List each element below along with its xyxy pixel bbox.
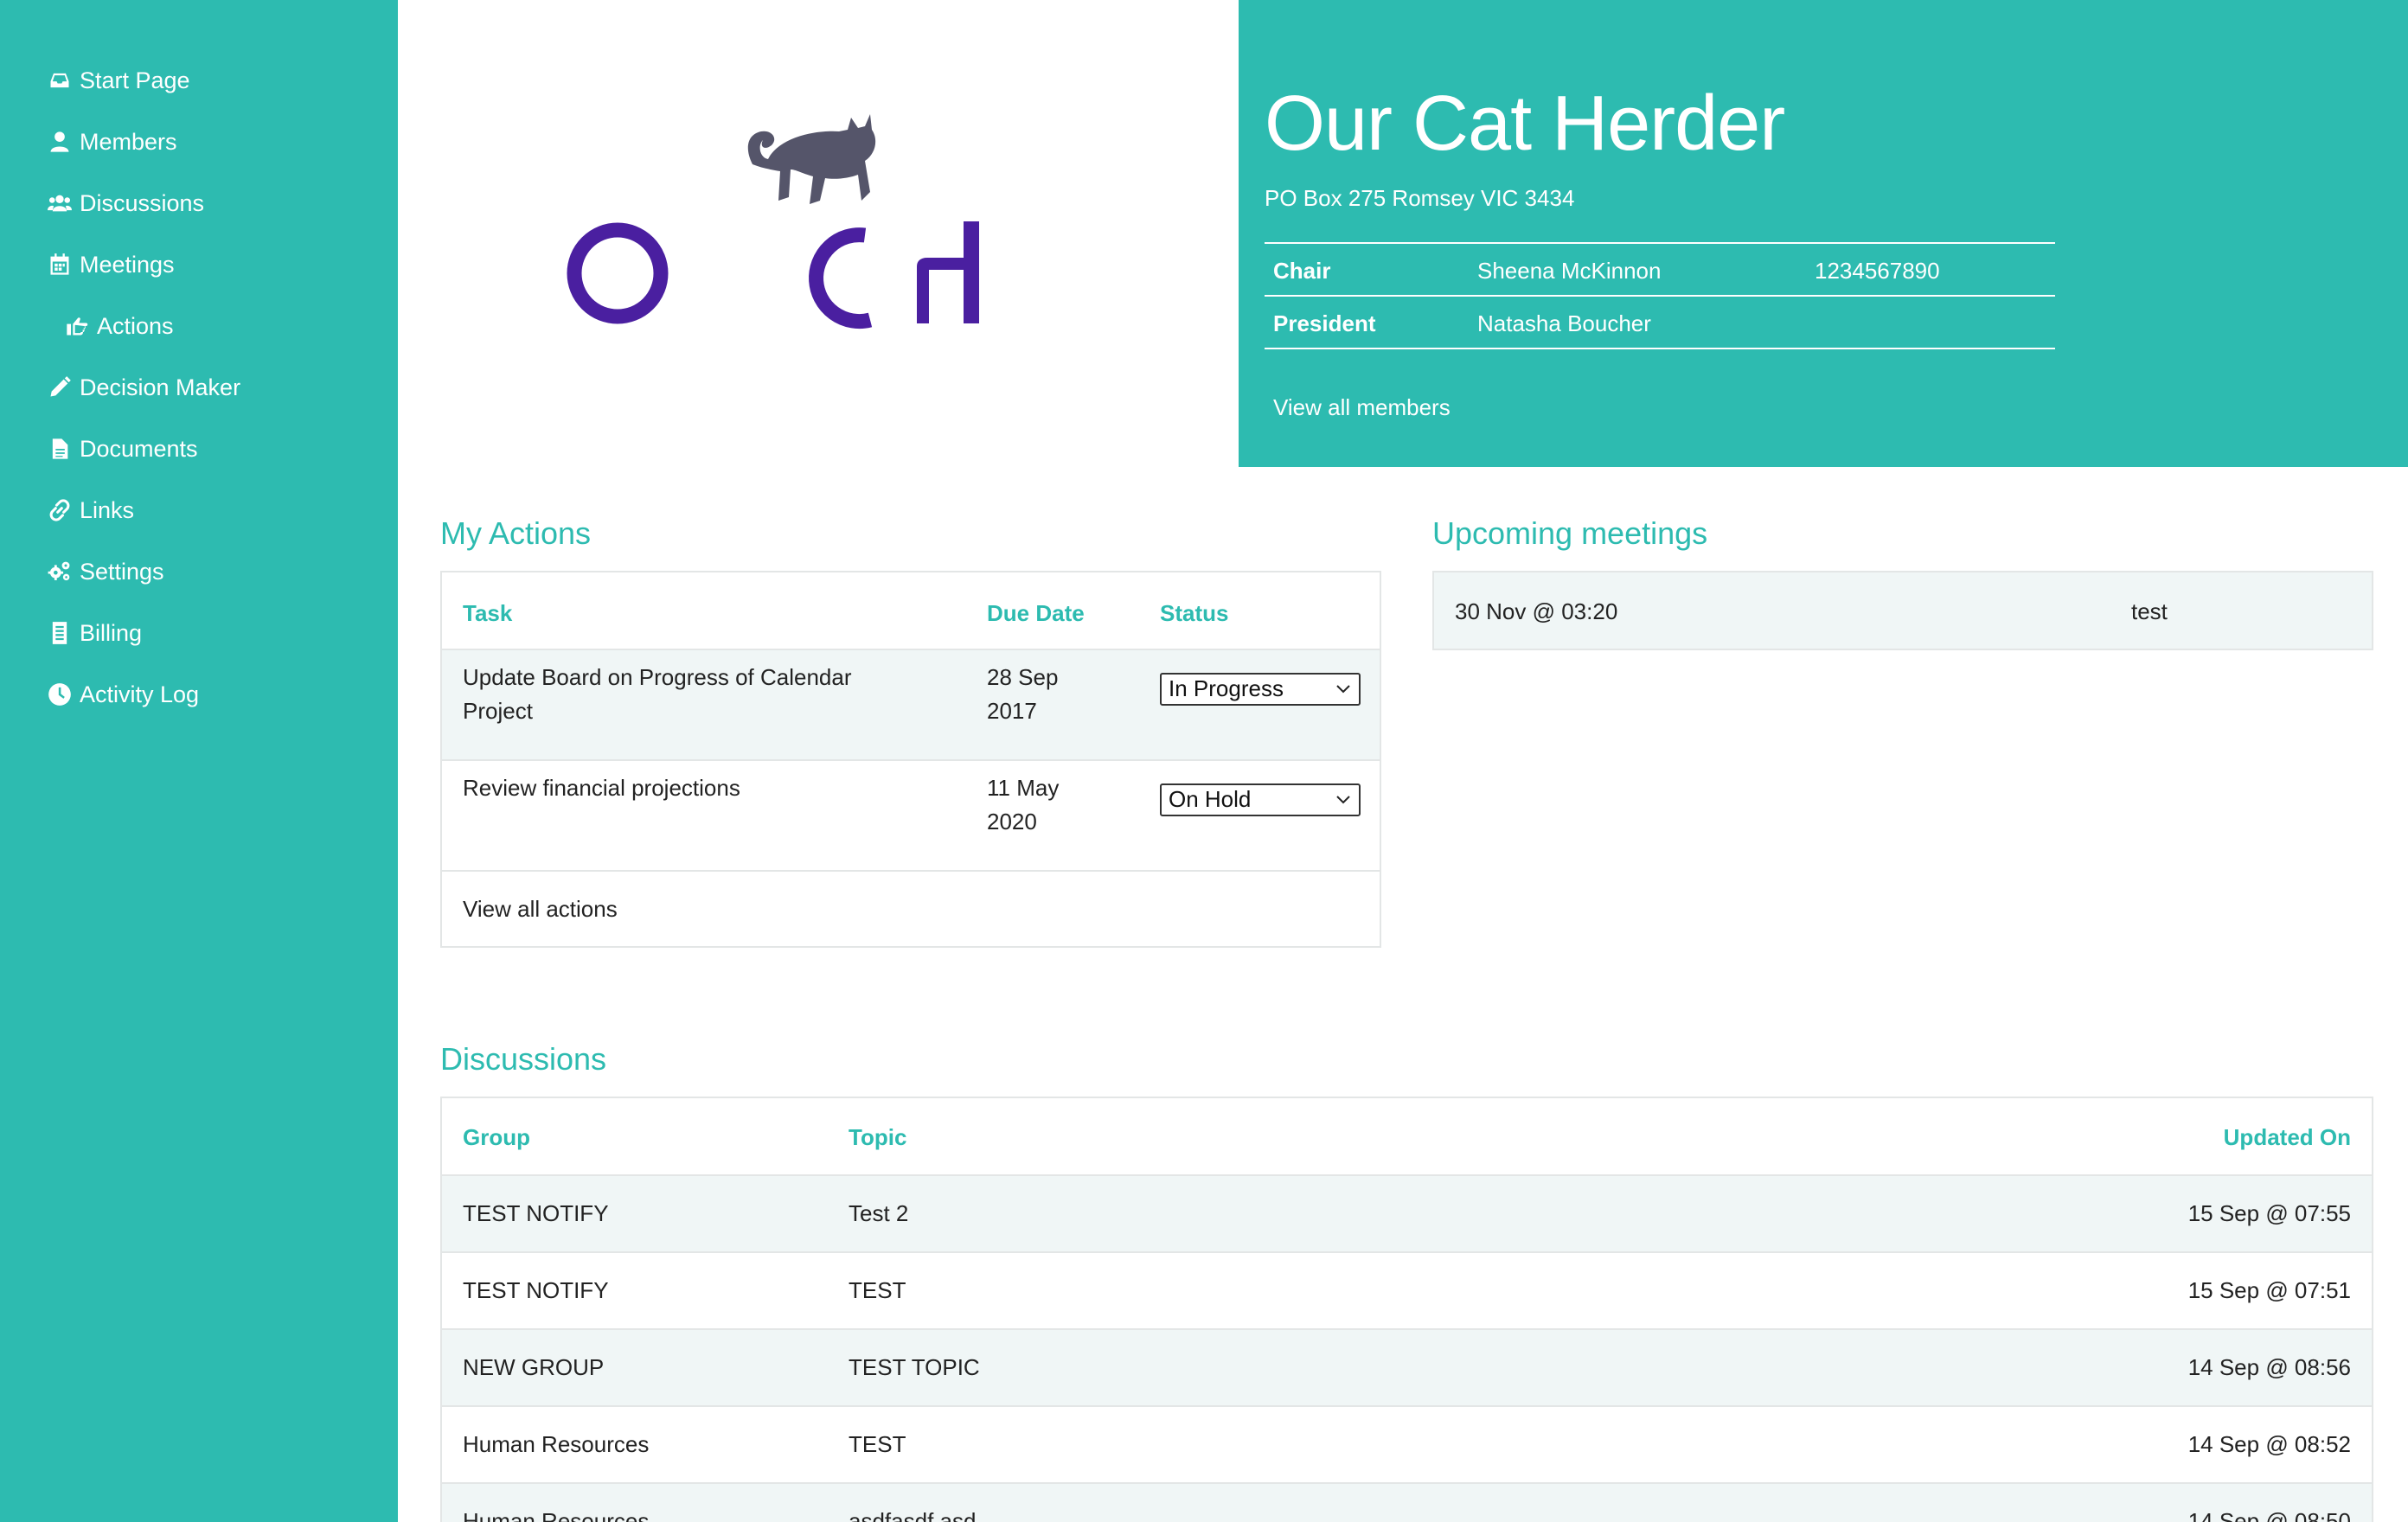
discussion-updated: 14 Sep @ 08:56 — [2187, 1354, 2351, 1380]
sidebar-item-label: Decision Maker — [80, 374, 241, 400]
discussion-group: Human Resources — [463, 1508, 650, 1522]
status-select[interactable]: In Progress — [1160, 673, 1361, 706]
discussion-updated: 14 Sep @ 08:52 — [2187, 1431, 2351, 1457]
hand-point-icon — [62, 311, 92, 341]
sidebar-item-label: Activity Log — [80, 681, 200, 707]
my-actions-heading: My Actions — [440, 515, 592, 551]
divider — [442, 870, 1380, 872]
sidebar-item-documents[interactable]: Documents — [45, 427, 198, 470]
officer-name: Natasha Boucher — [1477, 310, 1651, 336]
discussion-group: NEW GROUP — [463, 1354, 605, 1380]
org-logo-area — [398, 0, 1239, 467]
divider — [442, 1251, 2372, 1253]
discussion-group: Human Resources — [463, 1431, 650, 1457]
action-due-date: 28 Sep 2017 — [987, 664, 1059, 724]
discussion-group: TEST NOTIFY — [463, 1277, 609, 1303]
calendar-icon — [45, 250, 74, 279]
gears-icon — [45, 557, 74, 586]
table-row — [442, 1484, 2372, 1522]
inbox-icon — [45, 66, 74, 95]
pencil-icon — [45, 373, 74, 402]
sidebar-item-billing[interactable]: Billing — [45, 611, 142, 655]
meeting-title[interactable]: test — [2131, 595, 2168, 629]
officer-phone: 1234567890 — [1815, 258, 1940, 284]
officer-name: Sheena McKinnon — [1477, 258, 1662, 284]
receipt-icon — [45, 618, 74, 648]
table-row — [442, 1330, 2372, 1405]
sidebar-item-links[interactable]: Links — [45, 489, 134, 532]
view-all-members-link[interactable]: View all members — [1273, 394, 1451, 421]
discussions-heading: Discussions — [440, 1041, 607, 1077]
discussion-updated: 15 Sep @ 07:55 — [2187, 1200, 2351, 1226]
sidebar-item-label: Documents — [80, 435, 198, 462]
divider — [442, 1405, 2372, 1407]
officer-row: Chair Sheena McKinnon 1234567890 — [1265, 244, 2055, 297]
sidebar-item-label: Meetings — [80, 251, 175, 278]
cat-icon — [747, 114, 876, 204]
upcoming-meetings-heading: Upcoming meetings — [1432, 515, 1708, 551]
org-address: PO Box 275 Romsey VIC 3434 — [1265, 185, 1575, 211]
users-icon — [45, 189, 74, 218]
action-due-date: 11 May 2020 — [987, 775, 1060, 835]
logo-letter-h — [917, 221, 979, 323]
sidebar-item-members[interactable]: Members — [45, 120, 177, 163]
table-row — [442, 1176, 2372, 1251]
sidebar-item-activity-log[interactable]: Activity Log — [45, 673, 199, 716]
action-task[interactable]: Update Board on Progress of Calendar Pro… — [463, 661, 852, 728]
chevron-down-icon — [1336, 796, 1350, 804]
column-header-group: Group — [463, 1124, 530, 1150]
discussion-topic[interactable]: TEST TOPIC — [849, 1351, 980, 1385]
sidebar-item-label: Billing — [80, 619, 143, 646]
column-header-task: Task — [463, 600, 513, 626]
column-header-status: Status — [1160, 600, 1229, 626]
chevron-down-icon — [1336, 685, 1350, 694]
officer-role: Chair — [1273, 258, 1331, 284]
divider — [442, 759, 1380, 761]
och-logo — [567, 114, 979, 329]
officer-row: President Natasha Boucher — [1265, 297, 2055, 349]
discussion-topic[interactable]: asdfasdf asd — [849, 1505, 976, 1522]
column-header-updated-on: Updated On — [2223, 1124, 2351, 1150]
discussion-group: TEST NOTIFY — [463, 1200, 609, 1226]
discussion-updated: 14 Sep @ 08:50 — [2187, 1508, 2351, 1522]
status-select-value: On Hold — [1169, 786, 1252, 812]
upcoming-meetings-table: 30 Nov @ 03:20 test — [1432, 571, 2373, 650]
page-title: Our Cat Herder — [1265, 80, 1785, 167]
clock-icon — [45, 680, 74, 709]
sidebar-item-label: Actions — [97, 312, 174, 339]
officers-table: Chair Sheena McKinnon 1234567890 Preside… — [1265, 242, 2055, 349]
status-select[interactable]: On Hold — [1160, 783, 1361, 816]
column-header-due-date: Due Date — [987, 600, 1085, 626]
sidebar-item-label: Members — [80, 128, 177, 155]
officer-role: President — [1273, 310, 1376, 336]
sidebar-item-label: Links — [80, 496, 135, 523]
logo-letter-c — [809, 227, 873, 329]
file-icon — [45, 434, 74, 464]
sidebar-item-start-page[interactable]: Start Page — [45, 59, 190, 102]
link-icon — [45, 496, 74, 525]
view-all-actions-link[interactable]: View all actions — [463, 896, 618, 923]
discussion-topic[interactable]: Test 2 — [849, 1197, 908, 1231]
status-select-value: In Progress — [1169, 675, 1284, 701]
meeting-date[interactable]: 30 Nov @ 03:20 — [1455, 595, 1617, 629]
sidebar-item-discussions[interactable]: Discussions — [45, 182, 204, 225]
column-header-topic: Topic — [849, 1124, 907, 1150]
my-actions-table: Task Due Date Status Update Board on Pro… — [440, 571, 1381, 948]
user-icon — [45, 127, 74, 157]
discussion-topic[interactable]: TEST — [849, 1274, 906, 1308]
discussion-topic[interactable]: TEST — [849, 1428, 906, 1461]
sidebar-item-actions[interactable]: Actions — [62, 304, 174, 348]
sidebar-item-label: Start Page — [80, 67, 190, 93]
sidebar-item-settings[interactable]: Settings — [45, 550, 164, 593]
sidebar-item-decision-maker[interactable]: Decision Maker — [45, 366, 240, 409]
action-task[interactable]: Review financial projections — [463, 771, 740, 805]
sidebar-item-meetings[interactable]: Meetings — [45, 243, 175, 286]
discussions-table: Group Topic Updated On TEST NOTIFY Test … — [440, 1097, 2373, 1522]
sidebar-item-label: Discussions — [80, 189, 205, 216]
logo-letter-o — [567, 222, 669, 324]
org-header: Our Cat Herder PO Box 275 Romsey VIC 343… — [1239, 0, 2408, 467]
sidebar-item-label: Settings — [80, 558, 164, 585]
discussion-updated: 15 Sep @ 07:51 — [2187, 1277, 2351, 1303]
sidebar: Start Page Members Discussions Meetings … — [0, 0, 398, 1522]
